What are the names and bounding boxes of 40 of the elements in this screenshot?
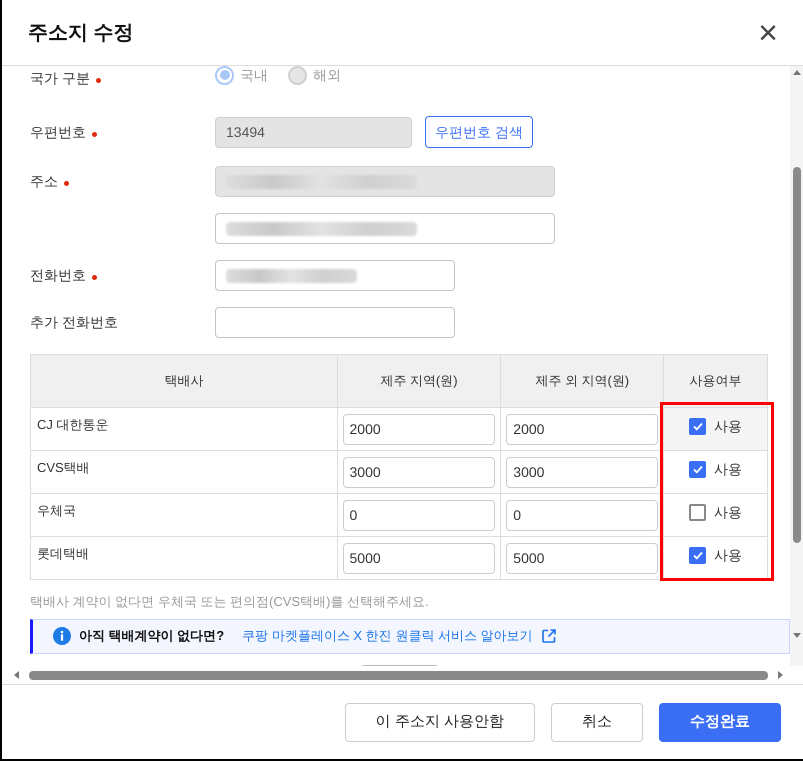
check-icon [692, 549, 704, 561]
input-field[interactable]: 0 [506, 500, 658, 530]
field-label: 국가 구분 [30, 68, 90, 88]
field-label: 전화번호 [30, 266, 86, 285]
input-field[interactable] [215, 307, 455, 338]
vertical-scrollbar[interactable] [790, 66, 803, 666]
info-icon [53, 627, 71, 645]
input-field[interactable]: 2000 [342, 414, 496, 444]
input-field[interactable] [215, 166, 555, 197]
banner-title: 아직 택배계약이 없다면? [79, 627, 224, 646]
service-link[interactable]: 쿠팡 마켓플레이스 X 한진 원클릭 서비스 알아보기 [242, 626, 557, 646]
input-field[interactable]: 0 [342, 500, 496, 530]
check-icon [692, 420, 704, 432]
zip-search-button[interactable]: 우편번호 검색 [425, 116, 533, 148]
field-label: 주소 [30, 172, 58, 191]
column-header: 제주 외 지역(원) [500, 354, 664, 408]
input-field[interactable]: 2000 [506, 414, 658, 444]
input-field[interactable]: 5000 [506, 542, 658, 574]
footer-button[interactable]: 수정완료 [659, 702, 781, 742]
close-button[interactable]: × [755, 18, 781, 48]
table-cell: 우체국 [30, 494, 337, 536]
table-cell: CVS택배 [30, 450, 337, 494]
dialog-title: 주소지 수정 [28, 20, 134, 46]
input-field[interactable]: 3000 [342, 456, 496, 488]
helper-text: 택배사 계약이 없다면 우체국 또는 편의점(CVS택배)를 선택해주세요. [30, 593, 430, 611]
column-header: 택배사 [30, 354, 337, 408]
footer-button[interactable]: 이 주소지 사용안함 [344, 702, 535, 742]
field-label: 우편번호 [30, 122, 86, 142]
footer-button[interactable]: 취소 [551, 702, 643, 742]
table-cell: CJ 대한통운 [30, 408, 337, 450]
input-field[interactable]: 3000 [506, 456, 658, 488]
input-field[interactable]: 5000 [342, 542, 496, 574]
input-field[interactable]: 13494 [215, 116, 412, 148]
column-header: 제주 지역(원) [337, 354, 501, 408]
table-cell: 롯데택배 [30, 536, 337, 580]
input-field[interactable] [215, 260, 455, 291]
check-icon [692, 463, 704, 475]
input-field[interactable] [215, 213, 555, 244]
external-link-icon [540, 628, 557, 644]
field-label: 추가 전화번호 [30, 313, 118, 332]
